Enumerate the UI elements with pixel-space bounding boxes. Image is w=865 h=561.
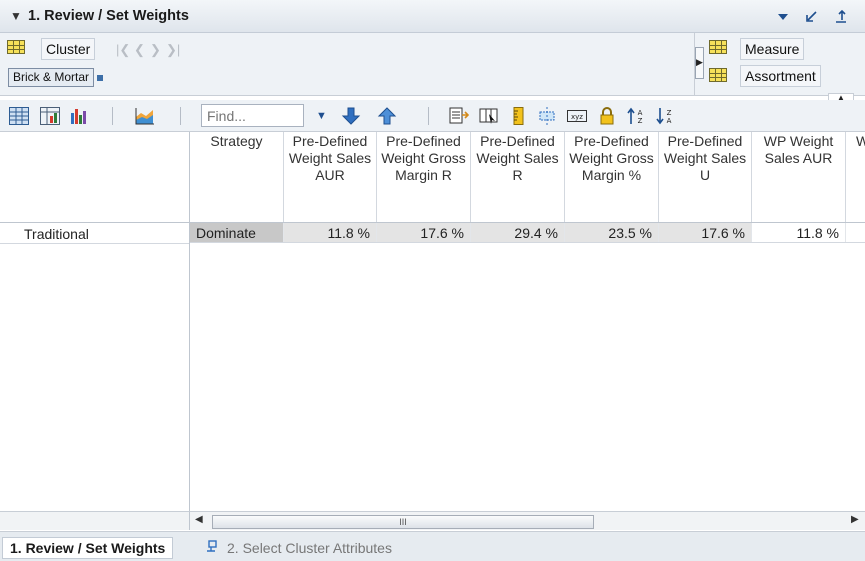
cell-predefined-weight-sales-aur[interactable]: 11.8 % (284, 223, 377, 242)
sort-ascending-icon[interactable]: AZ (626, 107, 646, 125)
expand-arrow-icon: ▶ (696, 57, 703, 67)
table-row: Dominate 11.8 % 17.6 % 29.4 % 23.5 % 17.… (190, 223, 865, 243)
pivot-tile-area: Cluster |❮ ❮ ❯ ❯| Brick & Mortar ▶ Measu… (0, 33, 865, 102)
export-grid-icon[interactable] (449, 107, 469, 125)
last-page-icon[interactable]: ❯| (166, 42, 180, 58)
cluster-value-chip[interactable]: Brick & Mortar (8, 68, 95, 87)
scrollbar-thumb[interactable]: III (212, 515, 594, 529)
area-chart-icon[interactable] (135, 107, 155, 125)
table-chart-view-icon[interactable] (40, 107, 60, 125)
row-separator (0, 243, 189, 244)
cell-predefined-weight-gross-margin-r[interactable]: 17.6 % (377, 223, 471, 242)
column-header-predefined-weight-sales-u[interactable]: Pre-Defined Weight Sales U (659, 132, 752, 222)
minimize-arrow-icon[interactable] (803, 9, 819, 25)
cell-predefined-weight-sales-u[interactable]: 17.6 % (659, 223, 752, 242)
find-next-down-arrow-icon[interactable] (341, 107, 361, 125)
column-header-strategy[interactable]: Strategy (190, 132, 284, 222)
find-input[interactable] (201, 104, 304, 127)
format-xyz-icon[interactable]: xyz (567, 107, 587, 125)
split-view-icon[interactable] (537, 107, 557, 125)
assortment-tile[interactable]: Assortment (740, 65, 821, 87)
cell-predefined-weight-gross-margin-pct[interactable]: 23.5 % (565, 223, 659, 242)
cell-predefined-weight-sales-r[interactable]: 29.4 % (471, 223, 565, 242)
find-previous-up-arrow-icon[interactable] (377, 107, 397, 125)
grid-toolbar: ▼ xyz AZ ZA (0, 100, 865, 132)
column-header-predefined-weight-sales-r[interactable]: Pre-Defined Weight Sales R (471, 132, 565, 222)
column-header-predefined-weight-gross-margin-r[interactable]: Pre-Defined Weight Gross Margin R (377, 132, 471, 222)
assortment-grid-icon (709, 68, 727, 82)
scroll-corner (0, 511, 190, 530)
ruler-icon[interactable] (509, 107, 529, 125)
row-header-corner (0, 132, 189, 223)
step-tab-bar: 1. Review / Set Weights 2. Select Cluste… (0, 531, 865, 561)
horizontal-scrollbar[interactable]: ◀ III ▶ (190, 511, 865, 530)
svg-text:Z: Z (638, 117, 643, 125)
expand-panel-handle[interactable]: ▶ (695, 47, 704, 79)
svg-text:Z: Z (667, 109, 672, 117)
cell-partial[interactable] (846, 223, 865, 242)
view-menu-dropdown-icon[interactable] (775, 9, 791, 25)
measure-grid-icon (709, 40, 727, 54)
next-icon[interactable]: ❯ (150, 42, 161, 58)
toolbar-separator (112, 107, 113, 125)
find-options-dropdown-icon[interactable]: ▼ (316, 110, 327, 122)
view-title: 1. Review / Set Weights (28, 8, 189, 24)
measure-tile[interactable]: Measure (740, 38, 805, 60)
sort-descending-icon[interactable]: ZA (655, 107, 675, 125)
view-title-bar: ▼ 1. Review / Set Weights (0, 0, 865, 33)
column-header-predefined-weight-gross-margin-pct[interactable]: Pre-Defined Weight Gross Margin % (565, 132, 659, 222)
cell-strategy[interactable]: Dominate (190, 223, 284, 242)
cluster-tile[interactable]: Cluster (41, 38, 96, 60)
scroll-left-arrow-icon[interactable]: ◀ (195, 514, 203, 525)
first-page-icon[interactable]: |❮ (116, 42, 130, 58)
svg-text:A: A (667, 117, 672, 125)
tab-review-set-weights[interactable]: 1. Review / Set Weights (2, 537, 174, 559)
row-header-traditional[interactable]: Traditional (24, 224, 89, 244)
column-headers: Strategy Pre-Defined Weight Sales AUR Pr… (190, 132, 865, 223)
select-columns-icon[interactable] (479, 107, 499, 125)
collapse-chevron-icon[interactable]: ▼ (10, 9, 22, 23)
lock-icon[interactable] (597, 107, 617, 125)
toolbar-separator (180, 107, 181, 125)
maximize-view-icon[interactable] (833, 9, 849, 25)
previous-icon[interactable]: ❮ (134, 42, 145, 58)
column-header-partial[interactable]: W (846, 132, 865, 222)
table-view-icon[interactable] (9, 107, 29, 125)
svg-text:A: A (638, 109, 643, 117)
row-header-pane: Traditional (0, 132, 190, 511)
scroll-right-arrow-icon[interactable]: ▶ (851, 514, 859, 525)
cluster-dimension-grid-icon (7, 40, 25, 54)
cell-wp-weight-sales-aur[interactable]: 11.8 % (752, 223, 846, 242)
chip-handle-icon[interactable] (97, 75, 103, 81)
tab-select-cluster-attributes[interactable]: 2. Select Cluster Attributes (227, 539, 392, 557)
column-header-wp-weight-sales-aur[interactable]: WP Weight Sales AUR (752, 132, 846, 222)
toolbar-separator (428, 107, 429, 125)
pin-icon[interactable] (204, 540, 218, 554)
column-header-predefined-weight-sales-aur[interactable]: Pre-Defined Weight Sales AUR (284, 132, 377, 222)
chart-view-icon[interactable] (69, 107, 89, 125)
svg-text:xyz: xyz (571, 113, 583, 121)
